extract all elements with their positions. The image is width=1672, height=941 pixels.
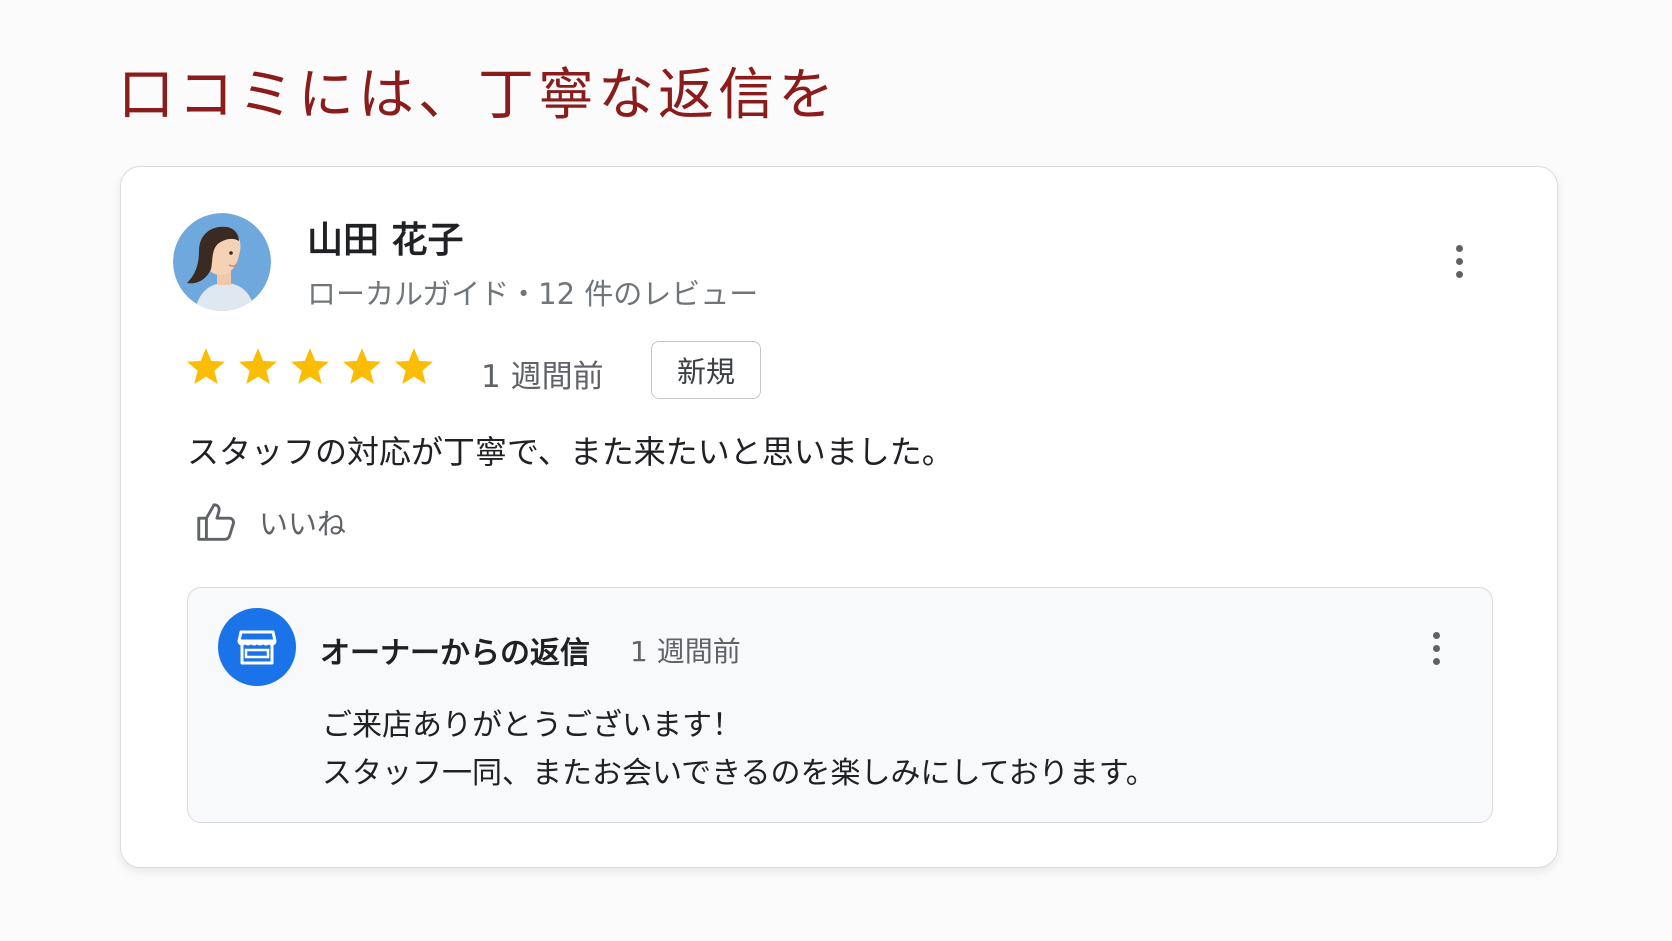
- like-button[interactable]: いいね: [193, 499, 346, 545]
- star-icon: [291, 348, 329, 385]
- thumbs-up-icon: [197, 503, 235, 541]
- review-text: スタッフの対応が丁寧で、また来たいと思いました。: [187, 433, 954, 471]
- slide-title: 口コミには、丁寧な返信を: [118, 63, 838, 128]
- owner-reply-text-line: スタッフ一同、またお会いできるのを楽しみにしております。: [322, 756, 1156, 791]
- star-icon: [239, 348, 277, 385]
- star-icon: [187, 348, 225, 385]
- storefront-icon: [237, 630, 277, 665]
- owner-reply-time: 1 週間前: [630, 635, 741, 668]
- like-label: いいね: [259, 507, 347, 541]
- owner-avatar: [218, 608, 296, 686]
- reviewer-name[interactable]: 山田 花子: [307, 211, 464, 263]
- star-rating: [185, 345, 435, 387]
- reviewer-avatar[interactable]: [173, 213, 271, 311]
- new-badge: 新規: [651, 341, 761, 399]
- more-vert-icon: [1455, 244, 1463, 252]
- star-icon: [343, 348, 381, 385]
- owner-reply-text-line: ご来店ありがとうございます！: [322, 708, 742, 743]
- star-icon: [395, 348, 433, 385]
- owner-reply-title: オーナーからの返信: [320, 636, 590, 671]
- review-time: 1 週間前: [481, 359, 604, 395]
- review-more-options-button[interactable]: [1443, 237, 1475, 285]
- review-card: 山田 花子 ローカルガイド・12 件のレビュー 1 週間前 新規 スタッフの対応…: [120, 166, 1558, 868]
- owner-reply-more-options-button[interactable]: [1420, 624, 1452, 672]
- woman-avatar-icon: [173, 213, 271, 311]
- reviewer-meta: ローカルガイド・12 件のレビュー: [307, 277, 759, 311]
- owner-reply: オーナーからの返信 1 週間前 ご来店ありがとうございます！ スタッフ一同、また…: [187, 587, 1493, 823]
- more-vert-icon: [1432, 631, 1440, 639]
